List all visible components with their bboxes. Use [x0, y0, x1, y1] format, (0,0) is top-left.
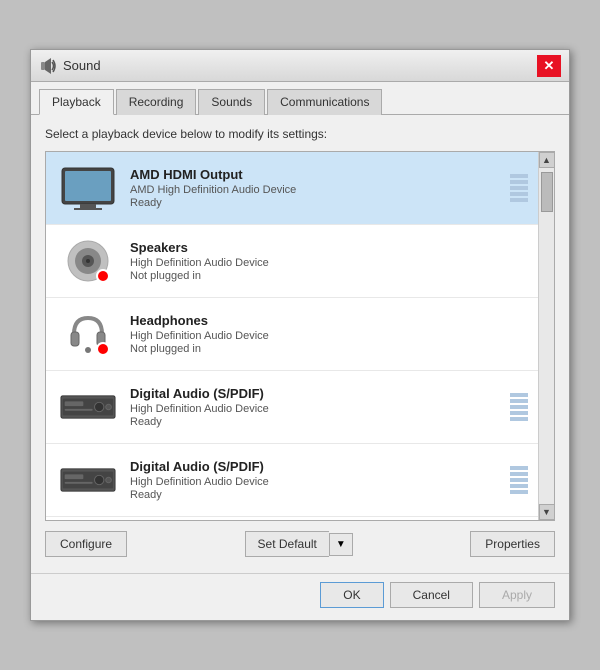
device-list-container: AMD HDMI Output AMD High Definition Audi…: [45, 151, 555, 521]
device-sub: High Definition Audio Device: [130, 257, 528, 269]
volume-bars: [510, 174, 528, 202]
device-name: Headphones: [130, 313, 528, 328]
tv-icon: [60, 166, 116, 210]
device-list: AMD HDMI Output AMD High Definition Audi…: [46, 152, 538, 520]
device-icon-area: [56, 160, 120, 216]
device-info: Digital Audio (S/PDIF) High Definition A…: [130, 459, 502, 501]
tab-sounds[interactable]: Sounds: [198, 89, 265, 115]
device-info: Digital Audio (S/PDIF) High Definition A…: [130, 386, 502, 428]
scroll-down-arrow[interactable]: ▼: [539, 504, 555, 520]
device-name: Digital Audio (S/PDIF): [130, 459, 502, 474]
device-name: Speakers: [130, 240, 528, 255]
scroll-up-arrow[interactable]: ▲: [539, 152, 555, 168]
instruction-text: Select a playback device below to modify…: [45, 127, 555, 141]
device-status: Ready: [130, 197, 502, 209]
tab-communications[interactable]: Communications: [267, 89, 382, 115]
device-icon-area: [56, 306, 120, 362]
device-sub: High Definition Audio Device: [130, 403, 502, 415]
device-icon-area: [56, 452, 120, 508]
tab-bar: Playback Recording Sounds Communications: [31, 82, 569, 115]
apply-button[interactable]: Apply: [479, 582, 555, 608]
tab-playback[interactable]: Playback: [39, 89, 114, 115]
device-item[interactable]: Digital Audio (S/PDIF) High Definition A…: [46, 444, 538, 517]
main-content: Select a playback device below to modify…: [31, 115, 569, 567]
sound-icon: [39, 57, 57, 75]
scroll-track[interactable]: [539, 168, 554, 504]
device-info: Speakers High Definition Audio Device No…: [130, 240, 528, 282]
set-default-button[interactable]: Set Default: [245, 531, 329, 557]
properties-button[interactable]: Properties: [470, 531, 555, 557]
audio-device-icon: [60, 464, 116, 496]
title-bar: Sound ✕: [31, 50, 569, 82]
device-sub: High Definition Audio Device: [130, 476, 502, 488]
red-dot-icon: [96, 342, 110, 356]
device-sub: AMD High Definition Audio Device: [130, 184, 502, 196]
audio-device-icon: [60, 391, 116, 423]
scrollbar[interactable]: ▲ ▼: [538, 152, 554, 520]
device-status: Not plugged in: [130, 270, 528, 282]
device-icon-area: [56, 379, 120, 435]
tab-recording[interactable]: Recording: [116, 89, 197, 115]
device-item[interactable]: AMD HDMI Output AMD High Definition Audi…: [46, 152, 538, 225]
device-name: Digital Audio (S/PDIF): [130, 386, 502, 401]
cancel-button[interactable]: Cancel: [390, 582, 473, 608]
dialog-title: Sound: [63, 58, 101, 73]
scroll-thumb[interactable]: [541, 172, 553, 212]
set-default-group: Set Default ▼: [245, 531, 353, 557]
set-default-dropdown[interactable]: ▼: [329, 533, 353, 556]
configure-button[interactable]: Configure: [45, 531, 127, 557]
volume-bars: [510, 393, 528, 421]
device-status: Ready: [130, 416, 502, 428]
close-button[interactable]: ✕: [537, 55, 561, 77]
device-sub: High Definition Audio Device: [130, 330, 528, 342]
device-status: Ready: [130, 489, 502, 501]
device-info: AMD HDMI Output AMD High Definition Audi…: [130, 167, 502, 209]
red-dot-icon: [96, 269, 110, 283]
button-row: Configure Set Default ▼ Properties: [45, 531, 555, 557]
footer: OK Cancel Apply: [31, 573, 569, 620]
ok-button[interactable]: OK: [320, 582, 383, 608]
sound-dialog: Sound ✕ Playback Recording Sounds Commun…: [30, 49, 570, 621]
device-name: AMD HDMI Output: [130, 167, 502, 182]
device-item[interactable]: Speakers High Definition Audio Device No…: [46, 225, 538, 298]
device-item[interactable]: Digital Audio (S/PDIF) High Definition A…: [46, 371, 538, 444]
device-status: Not plugged in: [130, 343, 528, 355]
volume-bars: [510, 466, 528, 494]
device-item[interactable]: Headphones High Definition Audio Device …: [46, 298, 538, 371]
device-icon-area: [56, 233, 120, 289]
device-info: Headphones High Definition Audio Device …: [130, 313, 528, 355]
